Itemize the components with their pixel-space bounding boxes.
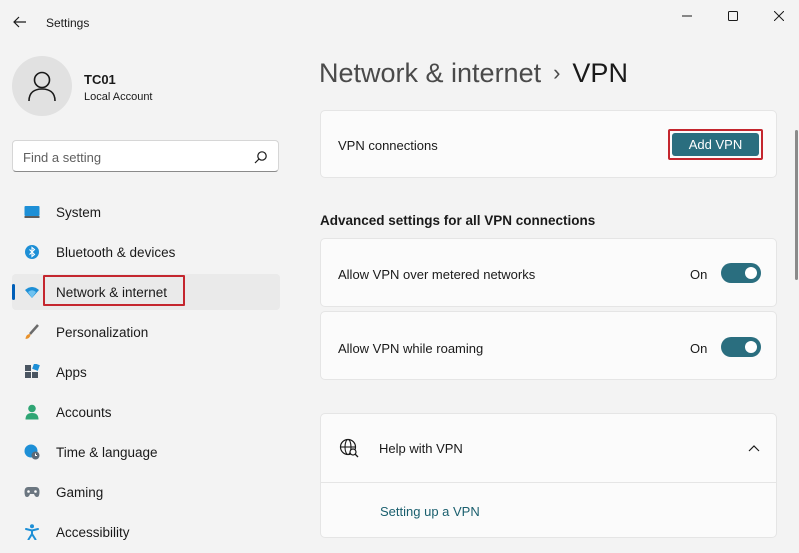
sidebar-item-label: Apps: [56, 365, 87, 380]
sidebar-item-system[interactable]: System: [12, 194, 280, 230]
sidebar-nav: System Bluetooth & devices Network & int…: [12, 194, 280, 553]
sidebar-item-network[interactable]: Network & internet: [12, 274, 280, 310]
setting-row-metered: Allow VPN over metered networks On: [320, 238, 777, 307]
avatar[interactable]: [12, 56, 72, 116]
minimize-button[interactable]: [664, 4, 710, 28]
metered-networks-toggle[interactable]: [721, 263, 761, 283]
page-title: VPN: [572, 58, 628, 88]
toggle-state-label: On: [690, 341, 708, 356]
setting-up-vpn-link[interactable]: Setting up a VPN: [380, 504, 480, 519]
person-icon: [24, 404, 40, 420]
active-indicator: [12, 284, 15, 300]
title-bar: Settings: [0, 0, 799, 46]
vpn-connections-label: VPN connections: [338, 138, 438, 153]
sidebar-item-apps[interactable]: Apps: [12, 354, 280, 390]
sidebar-item-accessibility[interactable]: Accessibility: [12, 514, 280, 550]
user-name: TC01: [84, 72, 116, 87]
scrollbar[interactable]: [795, 130, 798, 280]
sidebar-item-label: Accessibility: [56, 525, 130, 540]
sidebar-item-gaming[interactable]: Gaming: [12, 474, 280, 510]
wifi-icon: [24, 284, 40, 300]
help-title: Help with VPN: [379, 441, 463, 456]
add-vpn-button[interactable]: Add VPN: [672, 133, 759, 156]
close-icon: [774, 11, 784, 21]
highlight-box: [43, 275, 185, 306]
gamepad-icon: [24, 484, 40, 500]
chevron-up-icon[interactable]: [748, 444, 760, 452]
maximize-button[interactable]: [710, 4, 756, 28]
setting-row-roaming: Allow VPN while roaming On: [320, 311, 777, 380]
sidebar-item-label: Personalization: [56, 325, 149, 340]
setting-label: Allow VPN while roaming: [338, 341, 484, 356]
sidebar-item-time-language[interactable]: Time & language: [12, 434, 280, 470]
setting-label: Allow VPN over metered networks: [338, 267, 536, 282]
sidebar-item-label: System: [56, 205, 102, 220]
toggle-state-label: On: [690, 267, 708, 282]
maximize-icon: [728, 11, 738, 21]
toggle-knob: [745, 267, 757, 279]
breadcrumb-parent[interactable]: Network & internet: [319, 58, 541, 88]
search-box[interactable]: [12, 140, 279, 172]
person-icon: [28, 71, 56, 102]
sidebar-item-bluetooth[interactable]: Bluetooth & devices: [12, 234, 280, 270]
brush-icon: [24, 324, 40, 340]
help-card: Help with VPN Setting up a VPN: [320, 413, 777, 538]
sidebar-item-label: Accounts: [56, 405, 112, 420]
advanced-settings-heading: Advanced settings for all VPN connection…: [320, 213, 596, 228]
sidebar-item-personalization[interactable]: Personalization: [12, 314, 280, 350]
back-button[interactable]: [8, 10, 32, 34]
toggle-knob: [745, 341, 757, 353]
back-arrow-icon: [13, 16, 26, 28]
close-button[interactable]: [756, 4, 799, 28]
vpn-connections-card: VPN connections Add VPN: [320, 110, 777, 178]
app-title: Settings: [46, 16, 90, 30]
divider: [321, 482, 776, 483]
help-expander[interactable]: Help with VPN: [321, 414, 776, 482]
highlight-box: Add VPN: [668, 129, 763, 160]
bluetooth-icon: [24, 244, 40, 260]
search-input[interactable]: [23, 147, 243, 167]
globe-search-icon: [339, 438, 359, 458]
roaming-toggle[interactable]: [721, 337, 761, 357]
account-type: Local Account: [84, 91, 153, 103]
accessibility-icon: [24, 524, 40, 540]
breadcrumb: Network & internet › VPN: [319, 58, 628, 89]
breadcrumb-separator: ›: [553, 60, 561, 85]
apps-icon: [24, 364, 40, 380]
sidebar-item-label: Gaming: [56, 485, 104, 500]
sidebar-item-label: Bluetooth & devices: [56, 245, 176, 260]
globe-clock-icon: [24, 444, 40, 460]
sidebar-item-accounts[interactable]: Accounts: [12, 394, 280, 430]
minimize-icon: [682, 15, 692, 17]
sidebar-item-label: Time & language: [56, 445, 158, 460]
monitor-icon: [24, 204, 40, 220]
search-icon[interactable]: [254, 150, 268, 164]
